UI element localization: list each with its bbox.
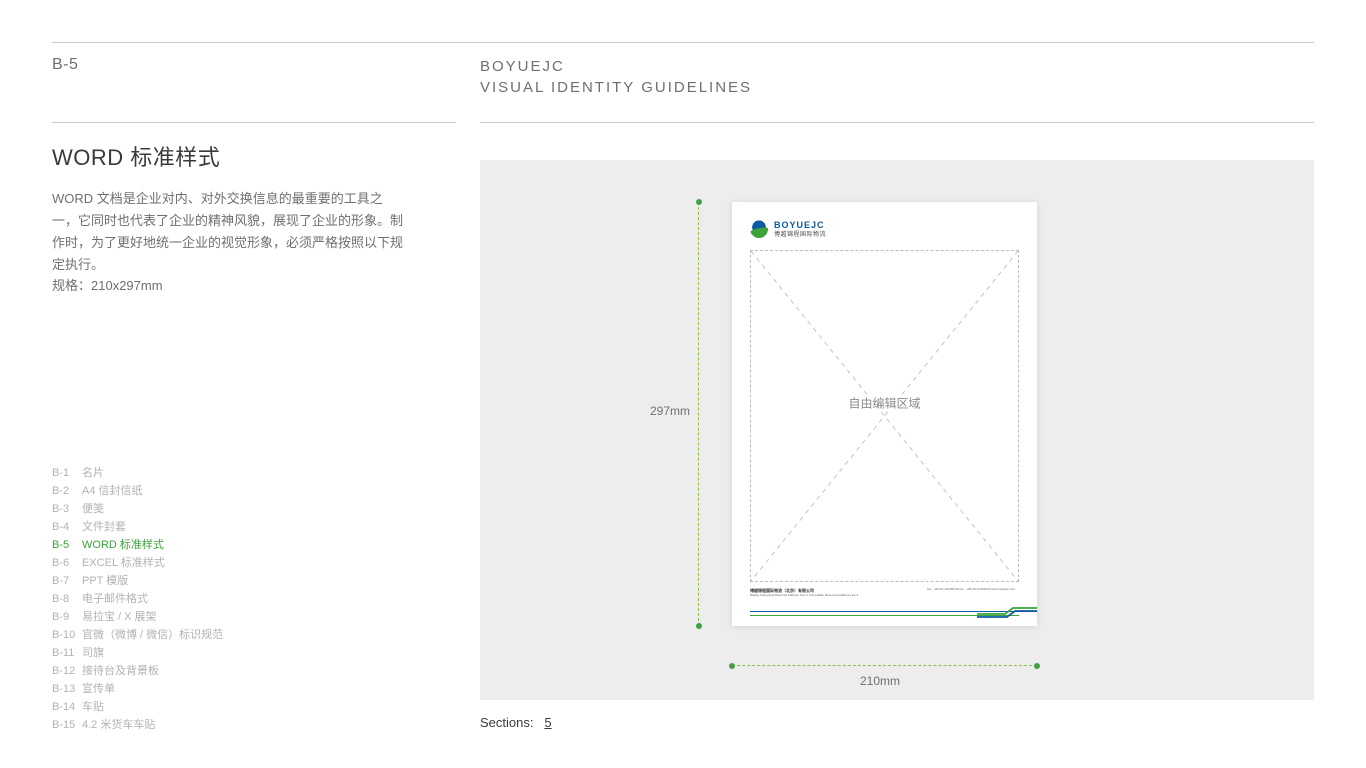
toc-row-b-8[interactable]: B-8电子邮件格式 — [52, 590, 223, 608]
toc-label: 4.2 米货车车贴 — [82, 716, 155, 734]
toc-code: B-11 — [52, 644, 82, 662]
toc-code: B-10 — [52, 626, 82, 644]
toc-label: 接待台及背景板 — [82, 662, 159, 680]
toc-row-b-4[interactable]: B-4文件封套 — [52, 518, 223, 536]
toc-code: B-14 — [52, 698, 82, 716]
toc-code: B-13 — [52, 680, 82, 698]
mid-divider-right — [480, 122, 1314, 123]
footer-angle-accent — [977, 606, 1037, 618]
toc-row-b-7[interactable]: B-7PPT 模版 — [52, 572, 223, 590]
toc-row-b-11[interactable]: B-11司旗 — [52, 644, 223, 662]
footer-address: Beijing Chaoyang Reserved Address Line 1… — [750, 594, 858, 598]
toc-label: WORD 标准样式 — [82, 536, 164, 554]
toc-code: B-3 — [52, 500, 82, 518]
toc-label: 易拉宝 / X 展架 — [82, 608, 157, 626]
toc-code: B-9 — [52, 608, 82, 626]
toc-row-b-3[interactable]: B-3便笺 — [52, 500, 223, 518]
toc-label: 司旗 — [82, 644, 104, 662]
toc-code: B-12 — [52, 662, 82, 680]
toc-label: 名片 — [82, 464, 104, 482]
toc-code: B-1 — [52, 464, 82, 482]
toc-label: 便笺 — [82, 500, 104, 518]
page-title: WORD 标准样式 — [52, 140, 220, 172]
mid-divider-left — [52, 122, 456, 123]
page-root: B-5 BOYUEJC VISUAL IDENTITY GUIDELINES W… — [0, 0, 1366, 768]
sections-count[interactable]: 5 — [544, 715, 551, 730]
logo-text: BOYUEJC 博越锦程国际物流 — [774, 221, 826, 238]
spec-text: 规格：210x297mm — [52, 275, 163, 294]
dimension-width-label: 210mm — [860, 674, 900, 688]
toc-code: B-7 — [52, 572, 82, 590]
toc-code: B-6 — [52, 554, 82, 572]
header-right: BOYUEJC VISUAL IDENTITY GUIDELINES — [480, 56, 752, 98]
dimension-vertical-line — [698, 202, 699, 626]
cross-diagonal-icon — [751, 251, 1018, 581]
toc-row-b-1[interactable]: B-1名片 — [52, 464, 223, 482]
toc-code: B-4 — [52, 518, 82, 536]
toc-row-b-5[interactable]: B-5WORD 标准样式 — [52, 536, 223, 554]
preview-stage: 297mm 210mm BOYUEJC 博越锦程国际物流 自由编辑区域 — [480, 160, 1314, 700]
toc-label: 宣传单 — [82, 680, 115, 698]
dimension-horizontal-line — [732, 665, 1037, 666]
toc-row-b-12[interactable]: B-12接待台及背景板 — [52, 662, 223, 680]
toc-row-b-9[interactable]: B-9易拉宝 / X 展架 — [52, 608, 223, 626]
logo-text-en: BOYUEJC — [774, 221, 826, 230]
footer-contact: Tel：+86-10-12345678 Fax：+86-10-12345679 … — [927, 588, 1015, 592]
top-divider — [52, 42, 1314, 43]
toc-label: EXCEL 标准样式 — [82, 554, 165, 572]
logo-mark-icon — [750, 220, 768, 238]
guideline-subtitle: VISUAL IDENTITY GUIDELINES — [480, 77, 752, 98]
dimension-height-label: 297mm — [650, 404, 690, 418]
toc-row-b-10[interactable]: B-10官微（微博 / 微信）标识规范 — [52, 626, 223, 644]
logo-text-cn: 博越锦程国际物流 — [774, 232, 826, 238]
toc-label: 电子邮件格式 — [82, 590, 148, 608]
description-text: WORD 文档是企业对内、对外交换信息的最重要的工具之一，它同时也代表了企业的精… — [52, 188, 404, 276]
toc-row-b-13[interactable]: B-13宣传单 — [52, 680, 223, 698]
document-logo: BOYUEJC 博越锦程国际物流 — [750, 220, 826, 238]
brand-name: BOYUEJC — [480, 56, 752, 77]
toc-row-b-2[interactable]: B-2A4 信封信纸 — [52, 482, 223, 500]
editable-region: 自由编辑区域 — [750, 250, 1019, 582]
toc-label: PPT 模版 — [82, 572, 128, 590]
toc-code: B-2 — [52, 482, 82, 500]
toc-row-b-15[interactable]: B-154.2 米货车车贴 — [52, 716, 223, 734]
toc-label: 文件封套 — [82, 518, 126, 536]
toc-code: B-5 — [52, 536, 82, 554]
sections-label-text: Sections: — [480, 715, 533, 730]
toc-code: B-8 — [52, 590, 82, 608]
sections-indicator: Sections: 5 — [480, 715, 552, 730]
toc-label: 官微（微博 / 微信）标识规范 — [82, 626, 223, 644]
toc-code: B-15 — [52, 716, 82, 734]
editable-region-label: 自由编辑区域 — [844, 394, 924, 411]
toc-label: 车贴 — [82, 698, 104, 716]
toc-row-b-14[interactable]: B-14车贴 — [52, 698, 223, 716]
toc-row-b-6[interactable]: B-6EXCEL 标准样式 — [52, 554, 223, 572]
document-footer: 博越锦程国际物流（北京）有限公司 Beijing Chaoyang Reserv… — [750, 588, 1037, 618]
toc-label: A4 信封信纸 — [82, 482, 143, 500]
toc-list: B-1名片B-2A4 信封信纸B-3便笺B-4文件封套B-5WORD 标准样式B… — [52, 464, 223, 734]
word-document-mock: BOYUEJC 博越锦程国际物流 自由编辑区域 博越锦程国际物流（北京）有限公司… — [732, 202, 1037, 626]
